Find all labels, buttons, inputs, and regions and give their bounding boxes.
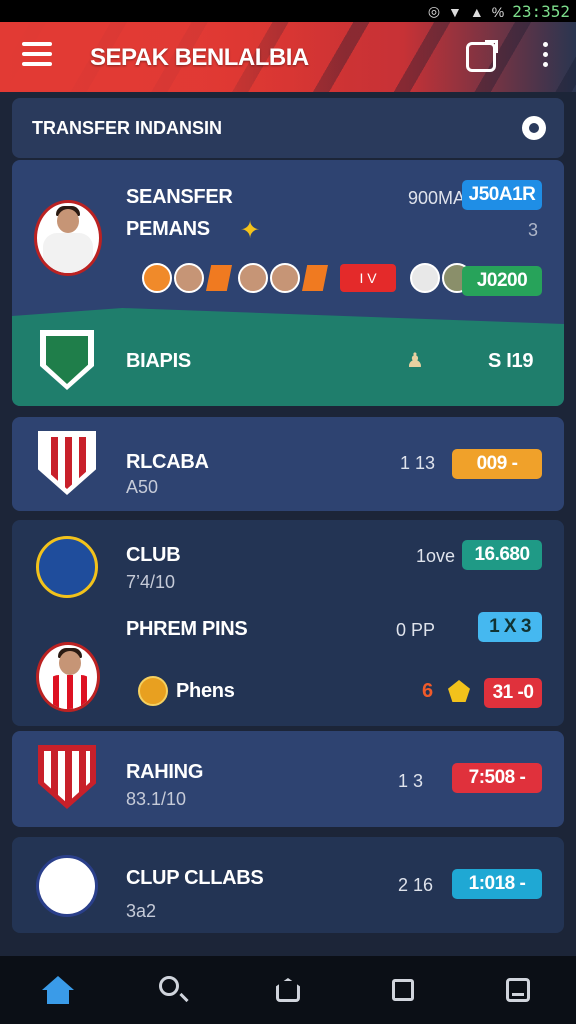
club-name: CLUB	[126, 544, 181, 566]
mini-avatar	[142, 263, 172, 293]
status-time: 23:352	[512, 2, 570, 21]
club-badge[interactable]: 16.680	[462, 540, 542, 570]
flag-icon	[206, 265, 232, 291]
status-right: ◎ ▼ ▲ % 23:352	[428, 2, 570, 21]
player-badge[interactable]: 31 -0	[484, 678, 542, 708]
wifi-icon: ▼	[448, 3, 462, 20]
mini-avatar	[174, 263, 204, 293]
club-subtitle: 3a2	[126, 901, 157, 921]
club-name: RAHING	[126, 761, 204, 783]
featured-club-value: S I19	[488, 350, 534, 372]
club-crest-icon	[36, 536, 98, 598]
club-name: CLUP CLLABS	[126, 867, 264, 889]
featured-club-name: BIAPIS	[126, 350, 191, 372]
badge-icon	[448, 680, 470, 702]
club-row[interactable]: RLCABA A50 1 13 009 -	[12, 417, 564, 511]
search-icon	[158, 976, 179, 996]
status-bar: ◎ ▼ ▲ % 23:352	[0, 0, 576, 22]
mini-avatar	[270, 263, 300, 293]
club-crest-icon	[38, 745, 96, 809]
nav-search[interactable]	[153, 970, 193, 1010]
club-count: 1 13	[400, 453, 436, 473]
coin-icon	[138, 676, 168, 706]
app-bar: SEPAK BENLALBIA	[0, 22, 576, 92]
club-extra-badge[interactable]: 1 X 3	[478, 612, 542, 642]
nav-home[interactable]	[38, 970, 78, 1010]
club-badge[interactable]: 009 -	[452, 449, 542, 479]
player-figure-icon: ♟	[406, 350, 424, 372]
player-label: Phens	[176, 680, 235, 702]
player-avatar	[34, 200, 102, 276]
featured-transfer-card[interactable]: SEANSFER PEMANS ✦ 900MA J50A1R 3 I V J02…	[12, 160, 564, 406]
featured-side-value: 3	[528, 220, 539, 240]
club-row[interactable]: CLUP CLLABS 3a2 2 16 1:018 -	[12, 837, 564, 933]
gear-icon[interactable]	[522, 116, 546, 140]
alarm-icon: ◎	[427, 3, 441, 19]
nav-tray[interactable]	[498, 970, 538, 1010]
club-crest-icon	[38, 431, 96, 495]
club-badge[interactable]: 7:508 -	[452, 763, 542, 793]
club-crest-icon	[40, 330, 94, 390]
flag-icon	[302, 265, 328, 291]
home-outline-icon	[275, 978, 300, 1002]
bottom-navigation	[0, 956, 576, 1024]
club-subtitle: 83.1/10	[126, 789, 187, 809]
club-subtitle: A50	[126, 477, 159, 497]
club-row[interactable]: RAHING 83.1/10 1 3 7:508 -	[12, 731, 564, 827]
mini-tag: I V	[340, 264, 396, 292]
featured-club-strip	[12, 308, 564, 406]
club-count: 2 16	[398, 875, 434, 895]
club-row-expanded[interactable]: CLUB 7’4/10 1ove 16.680 PHREM PINS 0 PP …	[12, 520, 564, 726]
player-count: 6	[422, 680, 433, 702]
tray-icon	[506, 978, 531, 1002]
club-count: 1 3	[398, 771, 424, 791]
mini-avatar	[410, 263, 440, 293]
player-strip: I V	[142, 262, 474, 294]
club-count: 1ove	[416, 546, 456, 566]
player-avatar	[36, 642, 100, 712]
featured-line-2: PEMANS	[126, 218, 210, 240]
nav-home-outline[interactable]	[268, 970, 308, 1010]
featured-line-1: SEANSFER	[126, 186, 233, 208]
club-extra-label: PHREM PINS	[126, 618, 248, 640]
featured-total[interactable]: J0200	[462, 266, 542, 296]
battery-icon: %	[491, 3, 505, 20]
more-vert-icon[interactable]	[538, 42, 552, 72]
featured-tag[interactable]: J50A1R	[462, 180, 542, 210]
signal-icon: ▲	[469, 3, 484, 20]
trophy-icon: ✦	[240, 217, 261, 244]
club-name: RLCABA	[126, 451, 209, 473]
sync-icon[interactable]	[466, 40, 498, 72]
home-icon	[41, 976, 74, 1004]
club-crest-icon	[36, 855, 98, 917]
section-title: TRANSFER INDANSIN	[32, 118, 223, 138]
section-header: TRANSFER INDANSIN	[12, 98, 564, 158]
menu-icon[interactable]	[22, 42, 52, 68]
mini-avatar	[238, 263, 268, 293]
featured-amount: 900MA	[408, 188, 466, 208]
club-badge[interactable]: 1:018 -	[452, 869, 542, 899]
square-icon	[392, 979, 415, 1001]
nav-square[interactable]	[383, 970, 423, 1010]
club-extra-count: 0 PP	[396, 620, 436, 640]
app-title: SEPAK BENLALBIA	[90, 44, 309, 71]
club-subtitle: 7’4/10	[126, 572, 176, 592]
